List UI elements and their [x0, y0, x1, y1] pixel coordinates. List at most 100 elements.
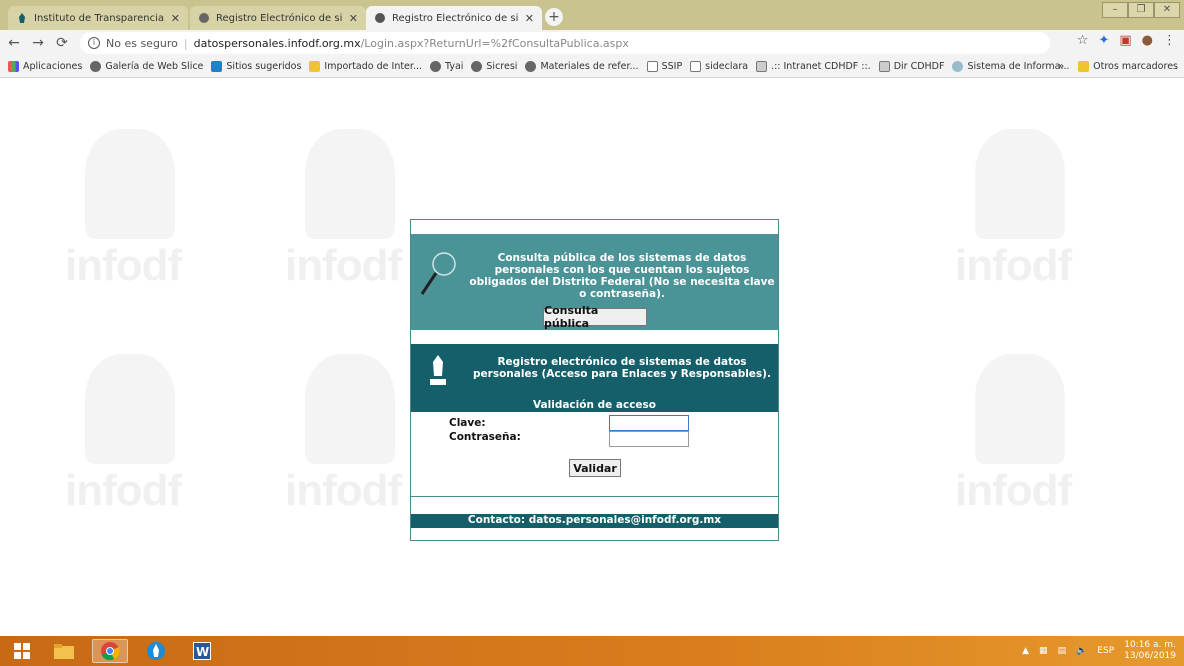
- url-path: /Login.aspx?ReturnUrl=%2fConsultaPublica…: [360, 36, 629, 50]
- close-tab-icon[interactable]: ✕: [349, 12, 358, 25]
- bookmark-label: Materiales de refer...: [540, 61, 639, 72]
- divider: [411, 496, 778, 497]
- volume-icon[interactable]: 🔈: [1076, 646, 1087, 656]
- app-logo-icon: [147, 642, 165, 660]
- public-query-description: Consulta pública de los sistemas de dato…: [469, 252, 775, 300]
- bookmark-item[interactable]: Tyai: [430, 61, 463, 72]
- magnifier-icon: [420, 252, 456, 295]
- clave-label: Clave:: [449, 417, 486, 429]
- bookmark-label: .:: Intranet CDHDF ::.: [771, 61, 871, 72]
- bookmarks-right: » Otros marcadores: [1058, 61, 1178, 72]
- watermark-logo: infodf: [65, 129, 195, 299]
- system-tray: ▲ ▦ ▤ 🔈 ESP 10:16 a. m. 13/06/2019: [1022, 638, 1176, 664]
- windows-taskbar: W ▲ ▦ ▤ 🔈 ESP 10:16 a. m. 13/06/2019: [0, 636, 1184, 666]
- password-input[interactable]: [609, 431, 689, 447]
- infodf-logo-icon: [430, 355, 446, 385]
- folder-icon: [309, 61, 321, 72]
- maximize-icon[interactable]: ❐: [1128, 2, 1154, 18]
- public-query-button[interactable]: Consulta pública: [543, 304, 647, 330]
- other-bookmarks-folder[interactable]: Otros marcadores: [1078, 61, 1178, 72]
- bookmark-item[interactable]: Sicresi: [471, 61, 517, 72]
- tab-registro-2[interactable]: Registro Electrónico de sistemas ✕: [366, 6, 542, 30]
- devices-icon[interactable]: ▤: [1058, 646, 1067, 656]
- pdf-extension-icon[interactable]: ▣: [1119, 33, 1131, 48]
- network-icon: [756, 61, 768, 72]
- chrome-icon: [101, 642, 120, 661]
- divider: |: [183, 36, 188, 50]
- watermark-text: infodf: [65, 466, 182, 515]
- bookmark-item[interactable]: Dir CDHDF: [878, 61, 944, 72]
- contact-footer: Contacto: datos.personales@infodf.org.mx: [411, 514, 778, 528]
- watermark-logo: infodf: [955, 129, 1085, 299]
- address-bar[interactable]: i No es seguro | datospersonales.infodf.…: [80, 32, 1050, 54]
- word-icon: W: [193, 642, 211, 660]
- watermark-text: infodf: [955, 241, 1072, 290]
- watermark-logo: infodf: [955, 354, 1085, 524]
- close-window-icon[interactable]: ✕: [1154, 2, 1180, 18]
- bookmark-label: Importado de Inter...: [324, 61, 422, 72]
- chart-icon: [690, 61, 702, 72]
- language-indicator[interactable]: ESP: [1097, 646, 1114, 656]
- taskbar-file-explorer[interactable]: [46, 639, 82, 663]
- bookmarks-bar: Aplicaciones Galería de Web Slice Sitios…: [0, 56, 1184, 78]
- tab-title: Registro Electrónico de sistemas: [392, 12, 519, 24]
- watermark-logo: infodf: [65, 354, 195, 524]
- bookmark-apps[interactable]: Aplicaciones: [8, 61, 82, 72]
- forward-icon[interactable]: →: [28, 33, 48, 53]
- network-icon: [878, 61, 890, 72]
- watermark-logo: infodf: [285, 129, 415, 299]
- close-tab-icon[interactable]: ✕: [171, 12, 180, 25]
- globe-icon: [90, 61, 102, 72]
- bookmark-item[interactable]: sideclara: [690, 61, 748, 72]
- tab-strip: Instituto de Transparencia, Acces ✕ Regi…: [0, 0, 1184, 30]
- taskbar-chrome[interactable]: [92, 639, 128, 663]
- tab-title: Registro Electrónico de sistemas: [216, 12, 343, 24]
- bookmark-folder[interactable]: Importado de Inter...: [309, 61, 422, 72]
- bookmark-label: Sistema de Informa...: [967, 61, 1070, 72]
- svg-text:W: W: [196, 645, 209, 659]
- minimize-icon[interactable]: –: [1102, 2, 1128, 18]
- registry-description: Registro electrónico de sistemas de dato…: [473, 356, 771, 380]
- dropbox-icon[interactable]: ✦: [1098, 33, 1109, 48]
- bookmark-label: Sicresi: [486, 61, 518, 72]
- windows-logo-icon: [14, 643, 30, 659]
- tab-infodf[interactable]: Instituto de Transparencia, Acces ✕: [8, 6, 188, 30]
- infodf-icon: [19, 13, 25, 23]
- start-button[interactable]: [4, 639, 40, 663]
- bookmarks-overflow-button[interactable]: »: [1058, 61, 1064, 72]
- taskbar-word[interactable]: W: [184, 639, 220, 663]
- profile-avatar-icon[interactable]: ●: [1142, 33, 1153, 48]
- tab-title: Instituto de Transparencia, Acces: [34, 12, 165, 24]
- validation-title: Validación de acceso: [411, 400, 778, 412]
- globe-icon: [199, 13, 209, 23]
- taskbar-app[interactable]: [138, 639, 174, 663]
- clave-input[interactable]: [609, 415, 689, 431]
- tab-registro-1[interactable]: Registro Electrónico de sistemas ✕: [190, 6, 366, 30]
- folder-icon: [54, 644, 74, 659]
- security-status: No es seguro: [106, 36, 178, 50]
- bookmark-item[interactable]: SSIP: [646, 61, 682, 72]
- star-icon[interactable]: ☆: [1077, 33, 1089, 48]
- browser-toolbar: ← → ⟳ i No es seguro | datospersonales.i…: [0, 30, 1184, 56]
- close-tab-icon[interactable]: ✕: [525, 12, 534, 25]
- menu-icon[interactable]: ⋮: [1163, 33, 1176, 48]
- show-hidden-icons-icon[interactable]: ▲: [1022, 646, 1029, 656]
- info-icon[interactable]: i: [88, 37, 100, 49]
- bookmark-item[interactable]: Sitios sugeridos: [211, 61, 301, 72]
- watermark-text: infodf: [65, 241, 182, 290]
- reload-icon[interactable]: ⟳: [52, 33, 72, 53]
- new-tab-button[interactable]: +: [545, 8, 563, 26]
- watermark-logo: infodf: [285, 354, 415, 524]
- clock-time: 10:16 a. m.: [1124, 640, 1176, 650]
- validate-button[interactable]: Validar: [569, 459, 621, 477]
- back-icon[interactable]: ←: [4, 33, 24, 53]
- bookmark-label: Tyai: [445, 61, 464, 72]
- page-content: infodf infodf infodf infodf infodf infod…: [0, 79, 1184, 636]
- bookmark-item[interactable]: .:: Intranet CDHDF ::.: [756, 61, 871, 72]
- network-icon[interactable]: ▦: [1039, 646, 1048, 656]
- globe-icon: [471, 61, 483, 72]
- bookmark-item[interactable]: Sistema de Informa...: [952, 61, 1070, 72]
- bookmark-item[interactable]: Materiales de refer...: [525, 61, 639, 72]
- bookmark-item[interactable]: Galería de Web Slice: [90, 61, 203, 72]
- clock[interactable]: 10:16 a. m. 13/06/2019: [1124, 640, 1176, 662]
